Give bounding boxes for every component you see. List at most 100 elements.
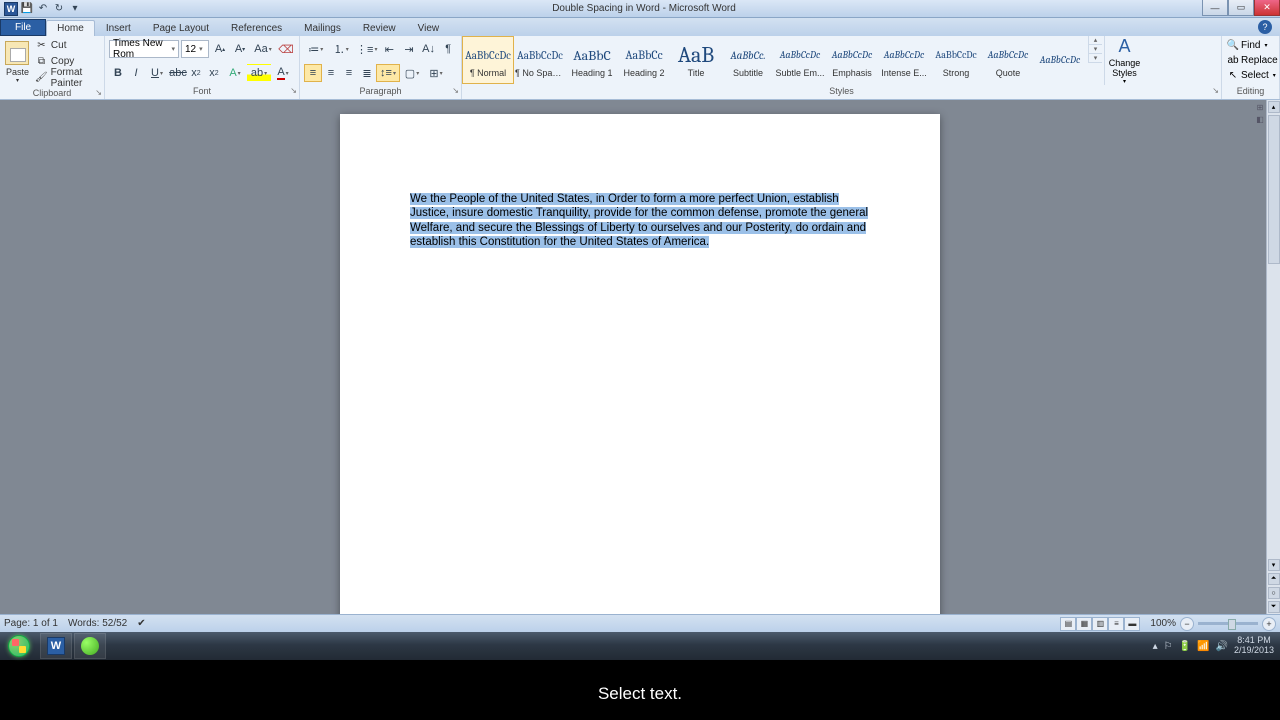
outline-view-icon[interactable]: ≡ bbox=[1108, 617, 1124, 631]
style-subtitle[interactable]: AaBbCc.Subtitle bbox=[722, 36, 774, 84]
subscript-button[interactable]: x2 bbox=[187, 64, 205, 82]
qat-dropdown-icon[interactable]: ▾ bbox=[68, 2, 82, 16]
font-size-combo[interactable]: 12▾ bbox=[181, 40, 209, 58]
zoom-in-button[interactable]: + bbox=[1262, 617, 1276, 631]
superscript-button[interactable]: x2 bbox=[205, 64, 223, 82]
proofing-icon[interactable]: ✔ bbox=[137, 618, 145, 629]
maximize-button[interactable]: ▭ bbox=[1228, 0, 1254, 16]
tab-home[interactable]: Home bbox=[46, 20, 95, 36]
clipboard-launcher-icon[interactable]: ↘ bbox=[95, 88, 102, 97]
bold-button[interactable]: B bbox=[109, 64, 127, 82]
grow-font-button[interactable]: A▴ bbox=[211, 40, 229, 58]
browse-object-icon[interactable]: ○ bbox=[1268, 587, 1280, 599]
align-right-button[interactable]: ≡ bbox=[340, 64, 358, 82]
undo-icon[interactable]: ↶ bbox=[36, 2, 50, 16]
highlight-button[interactable]: ab▾ bbox=[247, 64, 271, 82]
print-layout-view-icon[interactable]: ▤ bbox=[1060, 617, 1076, 631]
shrink-font-button[interactable]: A▾ bbox=[231, 40, 249, 58]
tray-flag-icon[interactable]: ⚐ bbox=[1164, 641, 1173, 652]
tab-file[interactable]: File bbox=[0, 19, 46, 36]
justify-button[interactable]: ≣ bbox=[358, 64, 376, 82]
minimize-button[interactable]: — bbox=[1202, 0, 1228, 16]
underline-button[interactable]: U▾ bbox=[145, 64, 169, 82]
browse-next-icon[interactable]: ⏷ bbox=[1268, 601, 1280, 613]
tab-page-layout[interactable]: Page Layout bbox=[142, 20, 220, 36]
font-color-button[interactable]: A▾ bbox=[271, 64, 295, 82]
select-button[interactable]: ↖Select▾ bbox=[1224, 68, 1279, 83]
style-heading-2[interactable]: AaBbCcHeading 2 bbox=[618, 36, 670, 84]
align-left-button[interactable]: ≡ bbox=[304, 64, 322, 82]
style-strong[interactable]: AaBbCcDcStrong bbox=[930, 36, 982, 84]
strikethrough-button[interactable]: abc bbox=[169, 64, 187, 82]
format-painter-button[interactable]: 🖌Format Painter bbox=[33, 70, 100, 85]
tray-network-icon[interactable]: 📶 bbox=[1197, 641, 1209, 652]
ruler-toggle-icon[interactable]: ⊞ bbox=[1255, 102, 1265, 112]
font-name-combo[interactable]: Times New Rom▾ bbox=[109, 40, 179, 58]
style-heading-1[interactable]: AaBbCHeading 1 bbox=[566, 36, 618, 84]
paste-button[interactable]: Paste ▾ bbox=[4, 38, 31, 86]
tab-view[interactable]: View bbox=[407, 20, 451, 36]
shading-button[interactable]: ▢▾ bbox=[400, 64, 424, 82]
line-spacing-button[interactable]: ↕≡▾ bbox=[376, 64, 400, 82]
style-subtle-em-[interactable]: AaBbCcDcSubtle Em... bbox=[774, 36, 826, 84]
sort-button[interactable]: A↓ bbox=[420, 40, 438, 58]
scroll-thumb[interactable] bbox=[1268, 115, 1280, 264]
zoom-level[interactable]: 100% bbox=[1150, 618, 1176, 629]
tray-power-icon[interactable]: 🔋 bbox=[1179, 641, 1191, 652]
scroll-down-icon[interactable]: ▾ bbox=[1268, 559, 1280, 571]
italic-button[interactable]: I bbox=[127, 64, 145, 82]
find-button[interactable]: 🔍Find▾ bbox=[1224, 38, 1270, 53]
word-icon[interactable]: W bbox=[4, 2, 18, 16]
zoom-out-button[interactable]: − bbox=[1180, 617, 1194, 631]
paragraph-launcher-icon[interactable]: ↘ bbox=[452, 86, 459, 95]
fullscreen-view-icon[interactable]: ▦ bbox=[1076, 617, 1092, 631]
tab-review[interactable]: Review bbox=[352, 20, 407, 36]
tray-volume-icon[interactable]: 🔊 bbox=[1216, 641, 1228, 652]
taskbar-word[interactable]: W bbox=[40, 633, 72, 659]
clock[interactable]: 8:41 PM 2/19/2013 bbox=[1234, 636, 1274, 656]
redo-icon[interactable]: ↻ bbox=[52, 2, 66, 16]
tray-show-hidden-icon[interactable]: ▴ bbox=[1153, 641, 1158, 652]
style-emphasis[interactable]: AaBbCcDcEmphasis bbox=[826, 36, 878, 84]
help-icon[interactable]: ? bbox=[1258, 20, 1272, 34]
web-view-icon[interactable]: ▥ bbox=[1092, 617, 1108, 631]
increase-indent-button[interactable]: ⇥ bbox=[400, 40, 418, 58]
clear-formatting-button[interactable]: ⌫ bbox=[277, 40, 295, 58]
vertical-scrollbar[interactable]: ▴ ▾ ⏶ ○ ⏷ bbox=[1266, 100, 1280, 614]
start-button[interactable] bbox=[0, 632, 38, 660]
change-styles-button[interactable]: A Change Styles ▾ bbox=[1104, 36, 1144, 85]
document-map-icon[interactable]: ◧ bbox=[1255, 114, 1265, 124]
style-quote[interactable]: AaBbCcDcQuote bbox=[982, 36, 1034, 84]
taskbar-app[interactable] bbox=[74, 633, 106, 659]
numbering-button[interactable]: ⒈▾ bbox=[330, 40, 354, 58]
tab-insert[interactable]: Insert bbox=[95, 20, 142, 36]
save-icon[interactable]: 💾 bbox=[20, 2, 34, 16]
style-item-11[interactable]: AaBbCcDc bbox=[1034, 36, 1086, 84]
draft-view-icon[interactable]: ▬ bbox=[1124, 617, 1140, 631]
change-case-button[interactable]: Aa▾ bbox=[251, 40, 275, 58]
align-center-button[interactable]: ≡ bbox=[322, 64, 340, 82]
scroll-up-icon[interactable]: ▴ bbox=[1268, 101, 1280, 113]
text-effects-button[interactable]: A▾ bbox=[223, 64, 247, 82]
borders-button[interactable]: ⊞▾ bbox=[424, 64, 448, 82]
styles-up-icon[interactable]: ▴ bbox=[1089, 36, 1102, 45]
document-page[interactable]: We the People of the United States, in O… bbox=[340, 114, 940, 614]
style--normal[interactable]: AaBbCcDc¶ Normal bbox=[462, 36, 514, 84]
browse-prev-icon[interactable]: ⏶ bbox=[1268, 573, 1280, 585]
font-launcher-icon[interactable]: ↘ bbox=[290, 86, 297, 95]
word-count[interactable]: Words: 52/52 bbox=[68, 618, 127, 629]
zoom-slider[interactable] bbox=[1198, 622, 1258, 625]
show-marks-button[interactable]: ¶ bbox=[439, 40, 457, 58]
style--no-spaci-[interactable]: AaBbCcDc¶ No Spaci... bbox=[514, 36, 566, 84]
styles-down-icon[interactable]: ▾ bbox=[1089, 45, 1102, 54]
styles-launcher-icon[interactable]: ↘ bbox=[1212, 86, 1219, 95]
style-intense-e-[interactable]: AaBbCcDcIntense E... bbox=[878, 36, 930, 84]
style-title[interactable]: AaBTitle bbox=[670, 36, 722, 84]
decrease-indent-button[interactable]: ⇤ bbox=[381, 40, 399, 58]
styles-more-icon[interactable]: ▾ bbox=[1089, 54, 1102, 63]
cut-button[interactable]: ✂Cut bbox=[33, 38, 100, 53]
multilevel-button[interactable]: ⋮≡▾ bbox=[355, 40, 379, 58]
bullets-button[interactable]: ≔▾ bbox=[304, 40, 328, 58]
tab-references[interactable]: References bbox=[220, 20, 293, 36]
close-button[interactable]: ✕ bbox=[1254, 0, 1280, 16]
